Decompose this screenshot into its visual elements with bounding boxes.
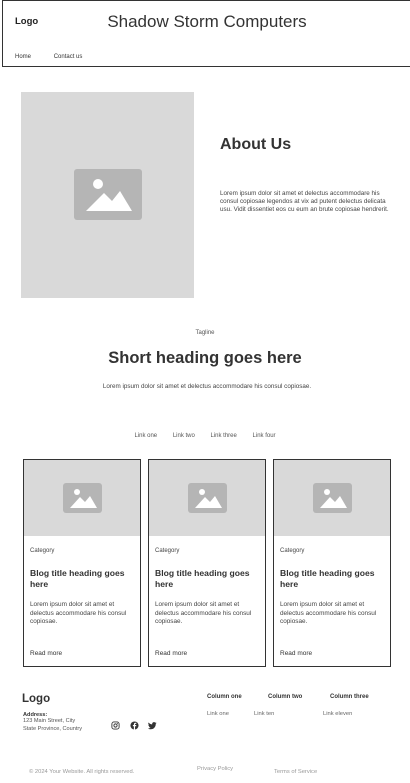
terms-of-service-link[interactable]: Terms of Service <box>274 769 317 775</box>
blog-card: Category Blog title heading goes here Lo… <box>23 459 141 667</box>
about-text: Lorem ipsum dolor sit amet et delectus a… <box>220 190 389 214</box>
footer-link[interactable]: Link eleven <box>323 711 352 717</box>
read-more-link[interactable]: Read more <box>30 650 62 657</box>
address-line-2: State Province, Country <box>23 725 83 732</box>
footer-link[interactable]: Link ten <box>254 711 274 717</box>
copyright-text: © 2024 Your Website. All rights reserved… <box>29 769 135 775</box>
footer-column-heading: Column two <box>268 694 303 700</box>
footer-logo[interactable]: Logo <box>22 693 50 705</box>
footer-column-heading: Column three <box>330 694 369 700</box>
twitter-icon[interactable] <box>148 721 157 730</box>
read-more-link[interactable]: Read more <box>280 650 312 657</box>
card-category: Category <box>30 548 55 554</box>
footer-link[interactable]: Link one <box>207 711 229 717</box>
card-category: Category <box>280 548 305 554</box>
privacy-policy-link[interactable]: Privacy Policy <box>197 766 233 772</box>
main-nav: Home Contact us <box>15 54 103 60</box>
tagline: Tagline <box>195 330 215 336</box>
card-description: Lorem ipsum dolor sit amet et delectus a… <box>280 601 377 626</box>
address-line-1: 123 Main Street, City <box>23 718 76 724</box>
card-description: Lorem ipsum dolor sit amet et delectus a… <box>155 601 252 626</box>
address-text: 123 Main Street, City State Province, Co… <box>23 718 82 733</box>
link-row: Link one Link two Link three Link four <box>0 433 410 439</box>
section-heading: Short heading goes here <box>108 349 302 367</box>
footer-column-heading: Column one <box>207 694 242 700</box>
card-description: Lorem ipsum dolor sit amet et delectus a… <box>30 601 127 626</box>
image-icon <box>63 483 102 513</box>
facebook-icon[interactable] <box>130 721 139 730</box>
image-icon <box>313 483 352 513</box>
section-text: Lorem ipsum dolor sit amet et delectus a… <box>102 383 312 390</box>
card-title: Blog title heading goes here <box>155 568 250 590</box>
card-image-placeholder <box>24 460 140 536</box>
link-two[interactable]: Link two <box>173 433 195 439</box>
card-title: Blog title heading goes here <box>280 568 375 590</box>
link-four[interactable]: Link four <box>253 433 276 439</box>
link-three[interactable]: Link three <box>211 433 237 439</box>
about-image-placeholder <box>21 92 194 298</box>
card-image-placeholder <box>274 460 390 536</box>
blog-card: Category Blog title heading goes here Lo… <box>148 459 266 667</box>
blog-card: Category Blog title heading goes here Lo… <box>273 459 391 667</box>
site-title: Shadow Storm Computers <box>107 12 307 31</box>
nav-item-home[interactable]: Home <box>15 54 31 60</box>
link-one[interactable]: Link one <box>134 433 157 439</box>
instagram-icon[interactable] <box>111 721 120 730</box>
card-category: Category <box>155 548 180 554</box>
card-title: Blog title heading goes here <box>30 568 125 590</box>
image-icon <box>188 483 227 513</box>
image-icon <box>74 169 142 220</box>
read-more-link[interactable]: Read more <box>155 650 187 657</box>
about-title: About Us <box>220 136 292 153</box>
card-image-placeholder <box>149 460 265 536</box>
nav-item-contact[interactable]: Contact us <box>54 54 83 60</box>
site-header: Logo Shadow Storm Computers Home Contact… <box>2 0 410 67</box>
